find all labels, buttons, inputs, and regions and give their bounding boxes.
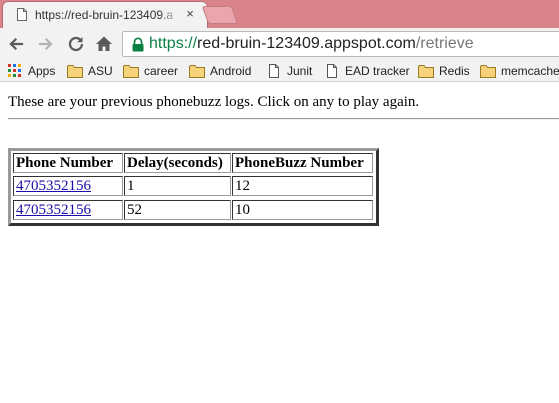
table-cell-phone: 4705352156 bbox=[13, 176, 123, 196]
home-icon[interactable] bbox=[93, 33, 115, 55]
new-tab-button[interactable] bbox=[201, 6, 239, 24]
page-content: These are your previous phonebuzz logs. … bbox=[0, 83, 559, 403]
phone-number-link[interactable]: 4705352156 bbox=[16, 178, 91, 194]
table-cell-buzz: 10 bbox=[232, 200, 373, 220]
intro-text: These are your previous phonebuzz logs. … bbox=[8, 94, 420, 110]
page-icon bbox=[266, 64, 282, 78]
table-cell-delay: 52 bbox=[124, 200, 231, 220]
apps-grid-icon bbox=[7, 64, 23, 78]
url-text[interactable]: https://red-bruin-123409.appspot.com/ret… bbox=[149, 35, 474, 53]
url-path: /retrieve bbox=[415, 35, 474, 52]
browser-toolbar: https://red-bruin-123409.appspot.com/ret… bbox=[0, 28, 559, 60]
column-header-phone-number: Phone Number bbox=[13, 153, 123, 173]
logs-table: Phone Number Delay(seconds) PhoneBuzz Nu… bbox=[8, 148, 379, 226]
reload-icon[interactable] bbox=[65, 33, 87, 55]
bookmark-label: ASU bbox=[88, 64, 113, 78]
folder-icon bbox=[123, 64, 139, 78]
bookmark-folder-memcache[interactable]: memcache bbox=[480, 63, 559, 79]
bookmark-label: career bbox=[144, 64, 179, 78]
bookmark-label: Redis bbox=[439, 64, 470, 78]
back-arrow-icon[interactable] bbox=[5, 33, 27, 55]
folder-icon bbox=[189, 64, 205, 78]
column-header-phonebuzz-number: PhoneBuzz Number bbox=[232, 153, 373, 173]
bookmark-label: Junit bbox=[287, 64, 313, 78]
tab-title-fade bbox=[159, 6, 181, 24]
bookmarks-bar: Apps ASU career Android Junit EAD tracke… bbox=[0, 60, 559, 82]
folder-icon bbox=[480, 64, 496, 78]
browser-tab[interactable]: https://red-bruin-123409.a × bbox=[2, 1, 208, 28]
tab-title: https://red-bruin-123409.a bbox=[35, 8, 174, 22]
tab-strip: https://red-bruin-123409.a × bbox=[0, 0, 559, 28]
forward-arrow-icon[interactable] bbox=[35, 33, 57, 55]
table-cell-buzz: 12 bbox=[232, 176, 373, 196]
bookmark-label: Apps bbox=[28, 64, 56, 78]
close-icon[interactable]: × bbox=[183, 7, 197, 21]
bookmark-label: Android bbox=[210, 64, 252, 78]
page-icon bbox=[324, 64, 340, 78]
url-host: red-bruin-123409.appspot.com bbox=[197, 35, 416, 52]
horizontal-rule bbox=[8, 118, 559, 120]
bookmark-label: EAD tracker bbox=[345, 64, 410, 78]
bookmark-label: memcache bbox=[501, 64, 559, 78]
address-bar[interactable]: https://red-bruin-123409.appspot.com/ret… bbox=[122, 31, 559, 57]
folder-icon bbox=[418, 64, 434, 78]
url-scheme: https:// bbox=[149, 35, 198, 52]
table-cell-delay: 1 bbox=[124, 176, 231, 196]
folder-icon bbox=[67, 64, 83, 78]
page-icon bbox=[17, 8, 27, 21]
column-header-delay: Delay(seconds) bbox=[124, 153, 231, 173]
table-cell-phone: 4705352156 bbox=[13, 200, 123, 220]
lock-icon[interactable] bbox=[131, 37, 145, 52]
phone-number-link[interactable]: 4705352156 bbox=[16, 202, 91, 218]
